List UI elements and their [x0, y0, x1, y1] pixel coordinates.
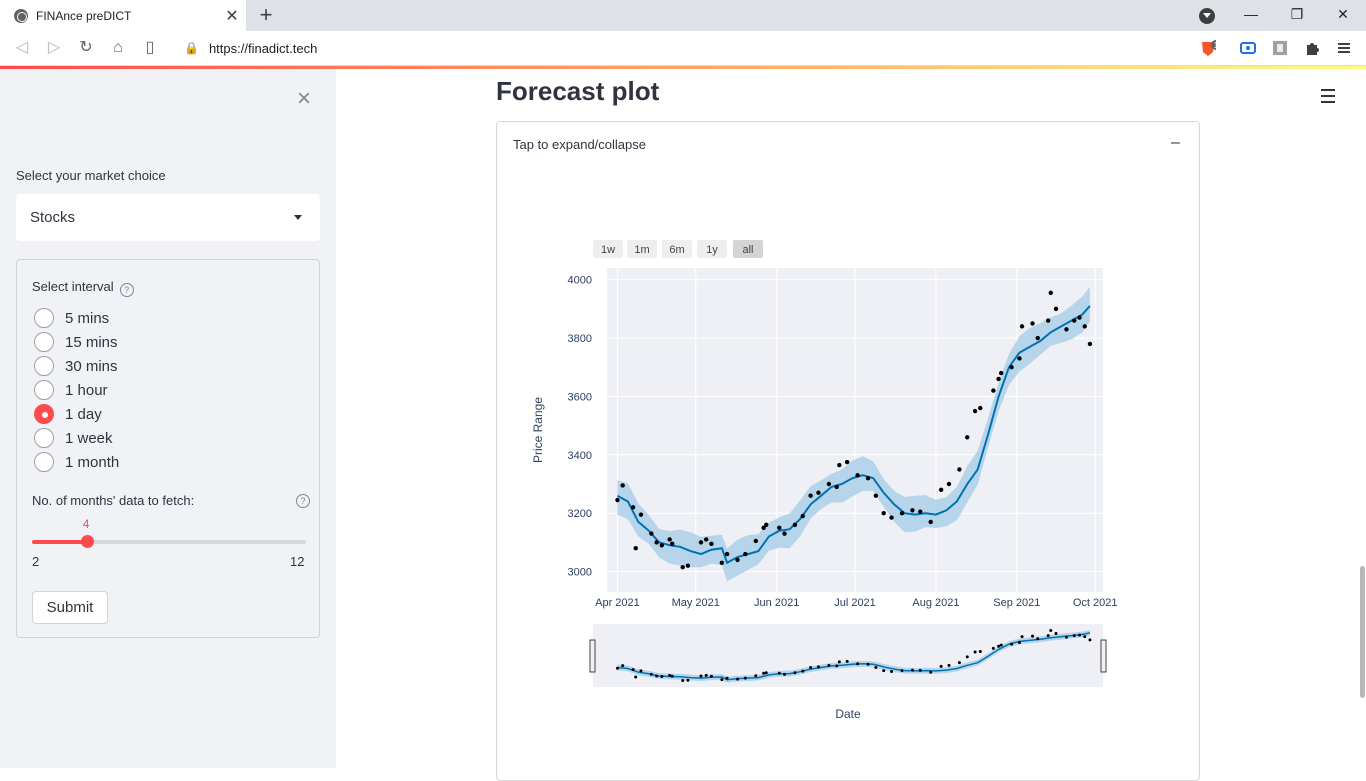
interval-option-label: 1 day [65, 405, 102, 423]
brave-shield-icon[interactable]: 1 [1200, 40, 1216, 56]
radio-button[interactable] [34, 356, 54, 376]
puzzle-extensions-icon[interactable] [1304, 40, 1320, 56]
chevron-down-icon [294, 215, 302, 220]
url-text: https://finadict.tech [208, 40, 318, 56]
new-tab-button[interactable]: + [254, 3, 278, 27]
months-slider-max: 12 [290, 554, 305, 569]
interval-option[interactable]: 5 mins [34, 308, 109, 328]
sidebar-close-icon[interactable]: × [297, 85, 311, 113]
submit-button[interactable]: Submit [32, 591, 108, 624]
market-select-value: Stocks [30, 209, 76, 226]
settings-form: Select interval? 5 mins 15 mins 30 mins 1 h… [16, 259, 320, 638]
interval-option-label: 1 week [65, 429, 113, 447]
back-icon[interactable]: ◁ [11, 37, 33, 59]
interval-option[interactable]: 30 mins [34, 356, 118, 376]
interval-option[interactable]: 1 day [34, 404, 102, 424]
home-icon[interactable]: ⌂ [107, 37, 129, 59]
page-title: Forecast plot [496, 76, 660, 106]
tab-title: FINAnce preDICT [36, 8, 132, 23]
months-slider-label: No. of months' data to fetch: [32, 493, 195, 508]
months-slider-fill [32, 540, 87, 544]
help-icon[interactable]: ? [296, 494, 310, 508]
svg-text:1: 1 [1214, 41, 1216, 50]
hamburger-menu-icon[interactable] [1321, 89, 1337, 103]
interval-option-label: 5 mins [65, 309, 110, 327]
interval-option-label: 1 month [65, 453, 120, 471]
market-select-label: Select your market choice [16, 168, 166, 183]
browser-tabbar: FINAnce preDICT ✕ + — ❐ ✕ [0, 0, 1366, 31]
interval-option[interactable]: 15 mins [34, 332, 118, 352]
expander-header[interactable]: Tap to expand/collapse [513, 137, 646, 152]
radio-button[interactable] [34, 404, 54, 424]
browser-tab[interactable]: FINAnce preDICT ✕ [0, 0, 246, 31]
close-window-button[interactable]: ✕ [1320, 0, 1366, 31]
interval-option[interactable]: 1 hour [34, 380, 108, 400]
page-scrollbar[interactable] [1360, 566, 1365, 698]
tab-close-icon[interactable]: ✕ [218, 6, 246, 26]
interval-option-label: 30 mins [65, 357, 118, 375]
collapse-icon[interactable]: – [1171, 134, 1180, 152]
minimize-button[interactable]: — [1228, 0, 1274, 31]
radio-button[interactable] [34, 308, 54, 328]
radio-button[interactable] [34, 452, 54, 472]
radio-button[interactable] [34, 332, 54, 352]
bookmark-icon[interactable]: ▯ [139, 37, 161, 59]
browser-menu-icon[interactable] [1336, 40, 1352, 56]
profile-extension-icon[interactable] [1272, 40, 1288, 56]
market-select[interactable]: Stocks [16, 194, 320, 241]
months-slider-min: 2 [32, 554, 40, 569]
globe-icon [14, 8, 28, 23]
interval-option-label: 1 hour [65, 381, 108, 399]
help-icon[interactable]: ? [119, 283, 134, 297]
tab-search-icon[interactable] [1199, 8, 1215, 24]
months-slider-track[interactable] [32, 535, 306, 548]
forward-icon[interactable]: ▷ [43, 37, 65, 59]
browser-toolbar: ◁ ▷ ↻ ⌂ ▯ 🔒 https://finadict.tech 1 [0, 31, 1366, 66]
interval-option-label: 15 mins [65, 333, 118, 351]
radio-button[interactable] [34, 380, 54, 400]
months-slider-value: 4 [82, 517, 90, 531]
forecast-expander: Tap to expand/collapse – [496, 121, 1200, 781]
sidebar: × Select your market choice Stocks Selec… [0, 69, 336, 768]
interval-option[interactable]: 1 week [34, 428, 113, 448]
reload-icon[interactable]: ↻ [75, 37, 97, 59]
address-bar[interactable]: 🔒 https://finadict.tech [170, 34, 1190, 62]
interval-option[interactable]: 1 month [34, 452, 119, 472]
lock-icon: 🔒 [184, 41, 199, 55]
months-slider-thumb[interactable] [80, 535, 94, 548]
cast-icon[interactable] [1240, 40, 1256, 56]
restore-button[interactable]: ❐ [1274, 0, 1320, 31]
radio-button[interactable] [34, 428, 54, 448]
interval-label: Select interval? [32, 279, 134, 297]
